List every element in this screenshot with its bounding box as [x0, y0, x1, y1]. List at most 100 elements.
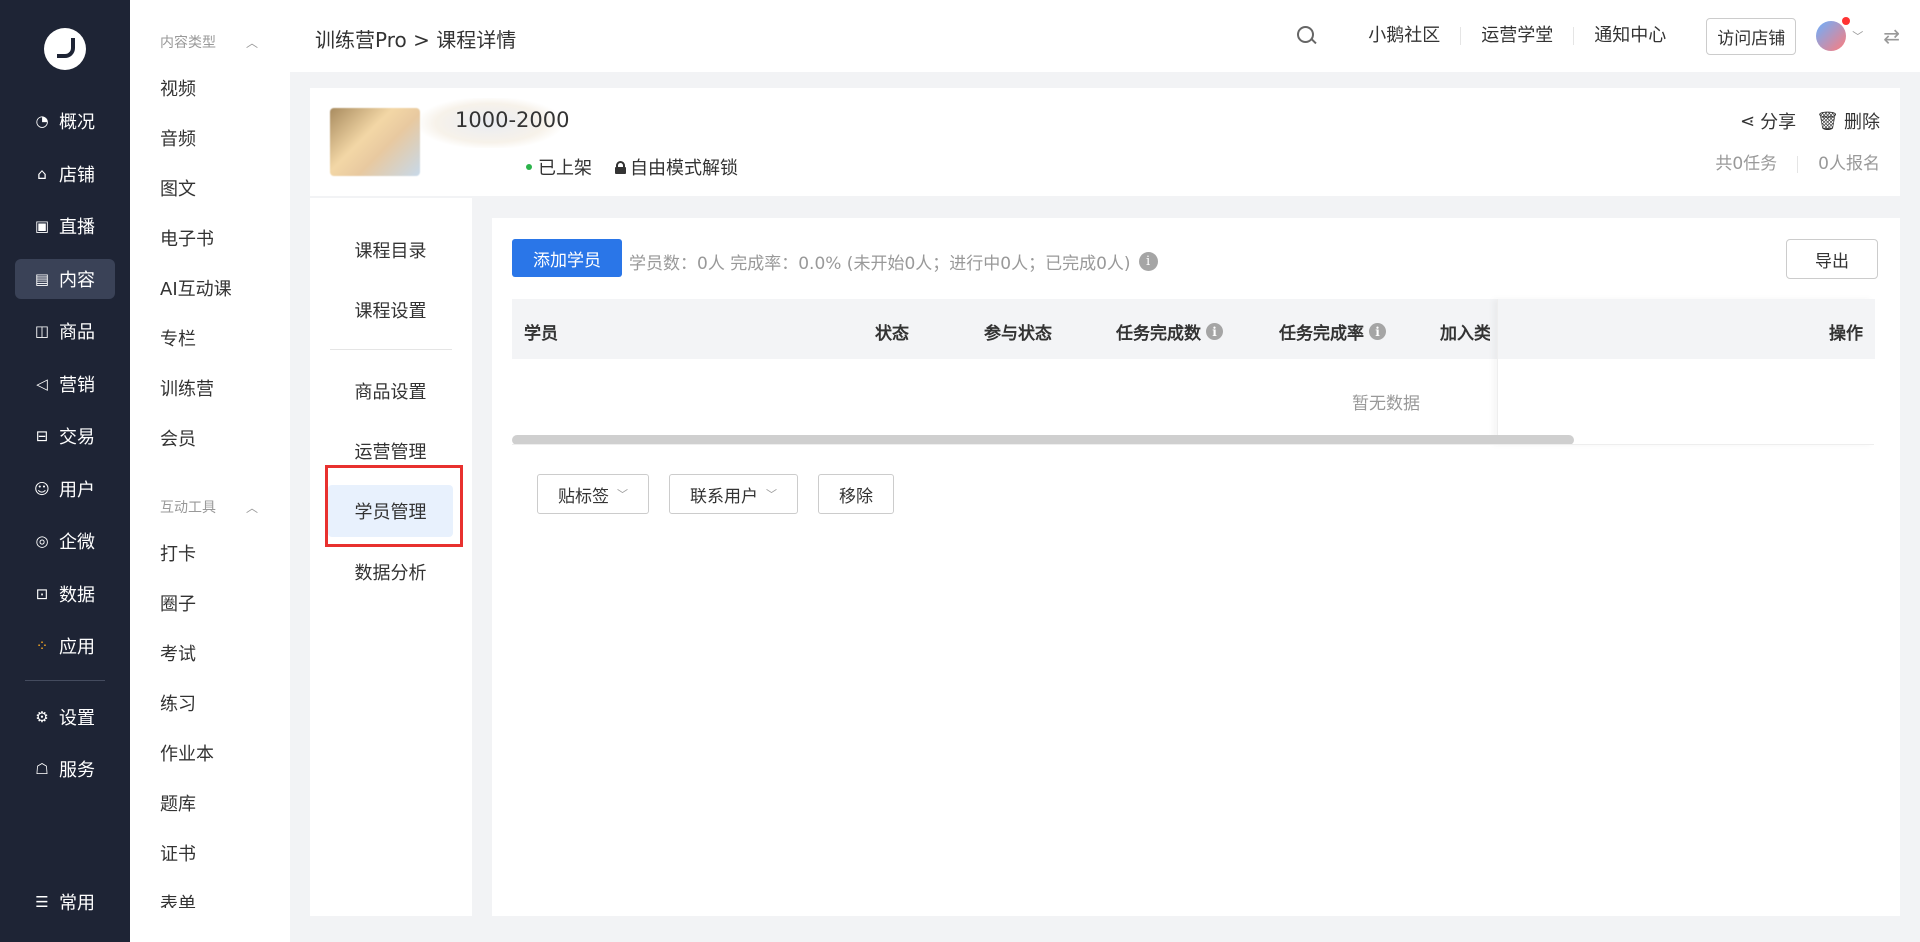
- submenu-goods-settings[interactable]: 商品设置: [328, 365, 453, 417]
- rail-item-label: 企微: [59, 532, 95, 553]
- trash-icon: 🗑: [1816, 110, 1839, 132]
- fixed-header: 操作: [1498, 299, 1875, 359]
- sidebar-item-article[interactable]: 图文: [160, 175, 196, 201]
- top-links: 小鹅社区 运营学堂 通知中心 访问店铺 ﹀ ⇄: [1296, 0, 1920, 72]
- rail-item-data[interactable]: ⊡ 数据: [15, 574, 115, 614]
- apps-icon: ⁘: [35, 637, 49, 655]
- rail-item-store[interactable]: ⌂ 店铺: [15, 154, 115, 194]
- info-icon[interactable]: i: [1369, 323, 1386, 340]
- rail-item-wecom[interactable]: ◎ 企微: [15, 521, 115, 561]
- link-academy[interactable]: 运营学堂: [1461, 27, 1575, 45]
- share-button[interactable]: ⋖ 分享: [1740, 108, 1796, 134]
- tag-button[interactable]: 贴标签 ﹀: [537, 474, 649, 514]
- sidebar-item-camp[interactable]: 训练营: [160, 375, 214, 401]
- submenu-catalog[interactable]: 课程目录: [328, 224, 453, 276]
- brand-logo[interactable]: [44, 28, 86, 70]
- goods-icon: ◫: [34, 322, 50, 340]
- contact-user-button[interactable]: 联系用户 ﹀: [669, 474, 798, 514]
- student-summary: 学员数：0人 完成率：0.0% (未开始0人；进行中0人；已完成0人) i: [629, 249, 1158, 274]
- trade-icon: ⊟: [35, 427, 49, 445]
- info-icon[interactable]: i: [1138, 252, 1158, 271]
- sidebar-group-content-type[interactable]: 内容类型 ︿: [160, 32, 258, 52]
- rail-item-content[interactable]: ▤ 内容: [15, 259, 115, 299]
- rail-item-label: 交易: [59, 427, 95, 448]
- empty-state: 暂无数据: [1352, 394, 1420, 414]
- submenu-settings[interactable]: 课程设置: [328, 284, 453, 336]
- sidebar-item-question-bank[interactable]: 题库: [160, 790, 196, 816]
- col-label: 任务完成率: [1279, 324, 1364, 344]
- rail-item-service[interactable]: ☖ 服务: [15, 749, 115, 789]
- settings-icon: ⚙: [35, 708, 49, 726]
- breadcrumb[interactable]: 训练营Pro > 课程详情: [315, 24, 516, 53]
- export-button[interactable]: 导出: [1786, 239, 1878, 279]
- sidebar-item-checkin[interactable]: 打卡: [160, 540, 196, 566]
- remove-button[interactable]: 移除: [818, 474, 894, 514]
- rail-item-label: 概况: [59, 112, 95, 133]
- chevron-down-icon: ﹀: [766, 488, 777, 501]
- rail-item-label: 设置: [59, 708, 95, 729]
- rail-item-trade[interactable]: ⊟ 交易: [15, 416, 115, 456]
- course-submenu: 课程目录 课程设置 商品设置 运营管理 学员管理 数据分析: [310, 198, 472, 916]
- pie-chart-icon: ◔: [35, 112, 49, 130]
- chevron-down-icon[interactable]: ﹀: [1852, 28, 1863, 44]
- top-bar: 训练营Pro > 课程详情 小鹅社区 运营学堂 通知中心 访问店铺 ﹀ ⇄: [290, 0, 1920, 72]
- rail-item-label: 内容: [59, 270, 95, 291]
- add-student-button[interactable]: 添加学员: [512, 239, 622, 277]
- visit-store-button[interactable]: 访问店铺: [1706, 17, 1797, 55]
- rail-item-label: 商品: [59, 322, 95, 343]
- col-actions: 操作: [1829, 324, 1863, 344]
- sidebar-item-circle[interactable]: 圈子: [160, 590, 196, 616]
- share-label: 分享: [1760, 112, 1797, 133]
- swap-icon[interactable]: ⇄: [1883, 24, 1900, 48]
- marketing-icon: ◁: [36, 375, 48, 393]
- content-sidebar: 内容类型 ︿ 视频 音频 图文 电子书 AI互动课 专栏 训练营 会员 互动工具…: [130, 0, 290, 942]
- avatar[interactable]: [1816, 17, 1851, 51]
- sidebar-item-ai-course[interactable]: AI互动课: [160, 275, 232, 301]
- sidebar-item-exam[interactable]: 考试: [160, 640, 196, 666]
- search-icon[interactable]: [1296, 25, 1318, 47]
- rail-item-common[interactable]: ☰ 常用: [15, 882, 115, 922]
- rail-item-user[interactable]: ☺ 用户: [15, 469, 115, 509]
- enrolled-count: 0人报名: [1797, 156, 1880, 173]
- lock-icon: [615, 160, 626, 174]
- course-title: 1000-2000: [455, 108, 570, 132]
- rail-item-goods[interactable]: ◫ 商品: [15, 311, 115, 351]
- data-icon: ⊡: [35, 585, 49, 603]
- sidebar-item-member[interactable]: 会员: [160, 425, 196, 451]
- chevron-up-icon: ︿: [246, 35, 259, 50]
- rail-item-settings[interactable]: ⚙ 设置: [15, 697, 115, 737]
- service-icon: ☖: [35, 760, 49, 778]
- sidebar-item-video[interactable]: 视频: [160, 75, 196, 101]
- sidebar-item-form[interactable]: 表单: [160, 890, 196, 908]
- store-icon: ⌂: [37, 165, 47, 183]
- sidebar-group-tools[interactable]: 互动工具 ︿: [160, 497, 258, 517]
- sidebar-item-homework[interactable]: 作业本: [160, 740, 214, 766]
- sidebar-item-column[interactable]: 专栏: [160, 325, 196, 351]
- info-icon[interactable]: i: [1206, 323, 1223, 340]
- rail-item-overview[interactable]: ◔ 概况: [15, 101, 115, 141]
- course-header-card: 1000-2000 已上架 自由模式解锁 ⋖ 分享 🗑 删除 共0任务 0人报名: [310, 88, 1900, 196]
- unlock-mode-label: 自由模式解锁: [630, 158, 738, 179]
- col-tasks-done: 任务完成数 i: [1116, 319, 1223, 344]
- course-stats: 共0任务 0人报名: [1695, 156, 1880, 173]
- sidebar-item-audio[interactable]: 音频: [160, 125, 196, 151]
- rail-item-label: 直播: [59, 217, 95, 238]
- rail-item-marketing[interactable]: ◁ 营销: [15, 364, 115, 404]
- chevron-down-icon: ﹀: [617, 488, 628, 501]
- sidebar-item-certificate[interactable]: 证书: [160, 840, 196, 866]
- publish-status: 已上架: [526, 154, 592, 180]
- content-icon: ▤: [34, 270, 50, 288]
- col-student: 学员: [524, 324, 558, 344]
- rail-item-apps[interactable]: ⁘ 应用: [15, 626, 115, 666]
- user-icon: ☺: [34, 480, 50, 498]
- bulk-actions: 贴标签 ﹀ 联系用户 ﹀ 移除: [537, 474, 894, 514]
- delete-button[interactable]: 🗑 删除: [1816, 108, 1880, 134]
- sidebar-item-ebook[interactable]: 电子书: [160, 225, 214, 251]
- rail-item-live[interactable]: ▣ 直播: [15, 206, 115, 246]
- course-cover-image: [330, 108, 420, 176]
- rail-item-label: 营销: [59, 375, 95, 396]
- link-notifications[interactable]: 通知中心: [1574, 27, 1706, 45]
- sidebar-item-practice[interactable]: 练习: [160, 690, 196, 716]
- submenu-data-analysis[interactable]: 数据分析: [328, 546, 453, 598]
- link-community[interactable]: 小鹅社区: [1348, 27, 1462, 45]
